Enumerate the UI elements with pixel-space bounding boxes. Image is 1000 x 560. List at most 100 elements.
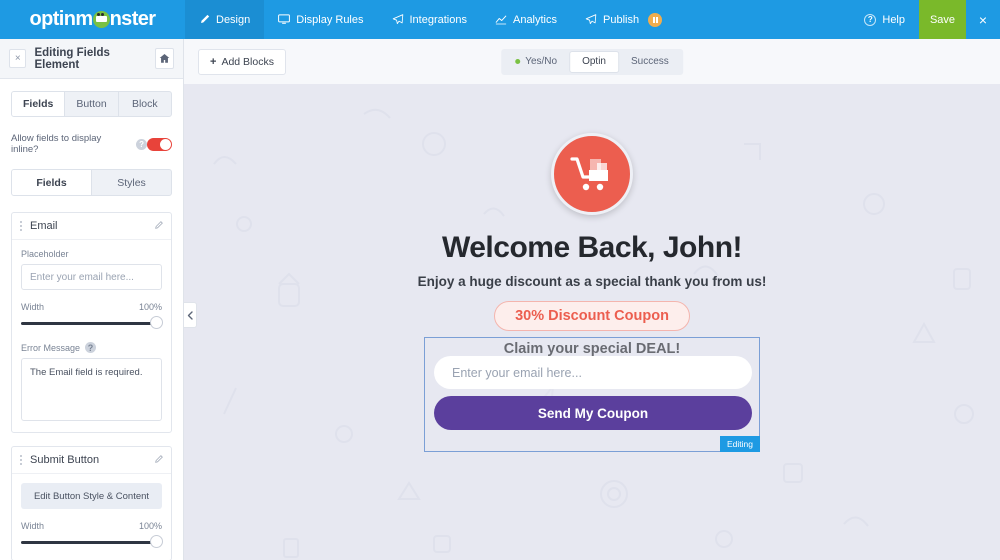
error-message-input[interactable]: The Email field is required.: [21, 358, 162, 421]
plus-icon: +: [210, 55, 217, 68]
status-dot-icon: [515, 59, 521, 64]
view-tab-success[interactable]: Success: [619, 51, 681, 73]
edit-button-style-button[interactable]: Edit Button Style & Content: [21, 483, 162, 509]
email-input-field[interactable]: Enter your email here...: [434, 356, 752, 389]
error-message-label: Error Message: [21, 342, 81, 353]
close-icon[interactable]: ×: [966, 0, 1000, 39]
add-blocks-button[interactable]: + Add Blocks: [198, 48, 286, 75]
sidebar-title: Editing Fields Element: [34, 46, 110, 71]
chevron-left-icon: [187, 310, 193, 320]
submit-button-title: Submit Button: [30, 454, 100, 466]
view-state-tabs: Yes/No Optin Success: [501, 48, 683, 75]
shopping-cart-icon: [551, 133, 633, 215]
fields-styles-tabs: Fields Styles: [11, 169, 172, 196]
view-tab-optin[interactable]: Optin: [569, 50, 619, 73]
slider-knob[interactable]: [150, 316, 163, 329]
add-blocks-label: Add Blocks: [221, 55, 274, 68]
view-tab-success-label: Success: [630, 56, 669, 67]
submit-width-slider[interactable]: [21, 535, 163, 549]
nav-item-integrations[interactable]: Integrations: [378, 0, 481, 39]
nav-item-design[interactable]: Design: [185, 0, 265, 39]
canvas-area: + Add Blocks Yes/No Optin Success Welcom…: [184, 39, 1000, 560]
top-navigation-bar: optinm nster Design Display Rules Integra…: [0, 0, 1000, 39]
placeholder-input[interactable]: Enter your email here...: [21, 264, 162, 290]
brand-text: optinm nster: [30, 8, 157, 31]
slider-track: [21, 541, 162, 544]
element-type-tabs: Fields Button Block: [11, 91, 172, 117]
monitor-icon: [278, 14, 291, 25]
top-nav-right-group: ? Help Save ×: [850, 0, 1000, 39]
save-button[interactable]: Save: [919, 0, 966, 39]
optinmonster-logo[interactable]: optinm nster: [0, 0, 185, 39]
inline-display-toggle[interactable]: [147, 137, 172, 151]
canvas-toolbar: + Add Blocks Yes/No Optin Success: [184, 39, 1000, 84]
nav-item-analytics[interactable]: Analytics: [481, 0, 571, 39]
paper-plane-icon: [585, 14, 597, 25]
email-width-row: Width 100%: [21, 302, 162, 312]
send-my-coupon-button[interactable]: Send My Coupon: [434, 396, 752, 430]
sidebar-body: Fields Button Block Allow fields to disp…: [0, 79, 183, 560]
pencil-icon: [199, 14, 210, 25]
email-width-slider[interactable]: [21, 316, 163, 330]
drag-handle-icon[interactable]: [17, 221, 25, 231]
tab-block[interactable]: Block: [119, 92, 171, 116]
submit-button-card: Submit Button Edit Button Style & Conten…: [11, 446, 172, 560]
brand-text-after: nster: [109, 8, 157, 30]
submit-width-value: 100%: [138, 521, 162, 531]
view-tab-yesno[interactable]: Yes/No: [503, 51, 569, 73]
optin-form-block[interactable]: Enter your email here... Send My Coupon …: [424, 337, 760, 452]
nav-item-design-label: Design: [216, 13, 251, 26]
subtab-fields[interactable]: Fields: [12, 170, 92, 195]
email-field-body: Placeholder Enter your email here... Wid…: [12, 240, 171, 432]
error-message-row: Error Message ?: [21, 342, 162, 353]
popup-subheadline: Enjoy a huge discount as a special thank…: [417, 274, 767, 289]
email-field-card: Email Placeholder Enter your email here.…: [11, 212, 172, 433]
tab-fields[interactable]: Fields: [12, 92, 66, 116]
email-width-value: 100%: [138, 302, 162, 312]
email-field-title: Email: [30, 220, 58, 232]
pencil-icon[interactable]: [154, 451, 163, 469]
home-icon[interactable]: [154, 48, 174, 69]
nav-item-publish-label: Publish: [603, 13, 640, 26]
email-field-header[interactable]: Email: [12, 213, 171, 240]
info-icon[interactable]: ?: [136, 138, 148, 150]
popup-preview-stage: Welcome Back, John! Enjoy a huge discoun…: [184, 84, 1000, 560]
placeholder-label: Placeholder: [21, 249, 69, 259]
slider-track: [21, 322, 162, 325]
info-icon[interactable]: ?: [85, 342, 97, 353]
view-tab-optin-label: Optin: [582, 56, 606, 67]
question-mark-icon: ?: [864, 13, 877, 26]
view-tab-yesno-label: Yes/No: [525, 56, 558, 67]
inline-display-row: Allow fields to display inline? ?: [11, 133, 172, 155]
nav-item-display-rules[interactable]: Display Rules: [264, 0, 377, 39]
inline-display-label: Allow fields to display inline?: [11, 133, 102, 155]
discount-coupon-badge: 30% Discount Coupon: [494, 301, 690, 331]
submit-button-body: Edit Button Style & Content Width 100%: [12, 474, 171, 560]
nav-item-display-rules-label: Display Rules: [296, 13, 364, 26]
paper-plane-icon: [392, 14, 404, 25]
submit-width-row: Width 100%: [21, 521, 162, 531]
pencil-icon[interactable]: [154, 217, 163, 235]
slider-knob[interactable]: [150, 535, 163, 548]
paused-status-icon: [648, 12, 663, 27]
help-label: Help: [882, 13, 905, 26]
submit-button-header[interactable]: Submit Button: [12, 447, 171, 474]
popup-headline: Welcome Back, John!: [441, 231, 743, 264]
nav-item-integrations-label: Integrations: [409, 13, 467, 26]
help-button[interactable]: ? Help: [850, 0, 919, 39]
main-nav-items: Design Display Rules Integrations Analyt…: [185, 0, 676, 39]
sidebar-collapse-toggle[interactable]: [184, 302, 197, 328]
drag-handle-icon[interactable]: [17, 455, 25, 465]
subtab-styles[interactable]: Styles: [92, 170, 171, 195]
left-sidebar-panel: × Editing Fields Element Fields Button B…: [0, 39, 184, 560]
chart-line-icon: [495, 14, 507, 25]
tab-button[interactable]: Button: [65, 92, 119, 116]
submit-width-label: Width: [21, 521, 45, 531]
nav-item-analytics-label: Analytics: [512, 13, 558, 26]
editing-status-badge[interactable]: Editing: [720, 436, 760, 452]
email-width-label: Width: [21, 302, 45, 312]
optin-popup: Welcome Back, John! Enjoy a huge discoun…: [184, 84, 1000, 357]
nav-item-publish[interactable]: Publish: [571, 0, 676, 39]
sidebar-close-icon[interactable]: ×: [9, 49, 27, 68]
error-message-label-group: Error Message ?: [21, 342, 97, 353]
